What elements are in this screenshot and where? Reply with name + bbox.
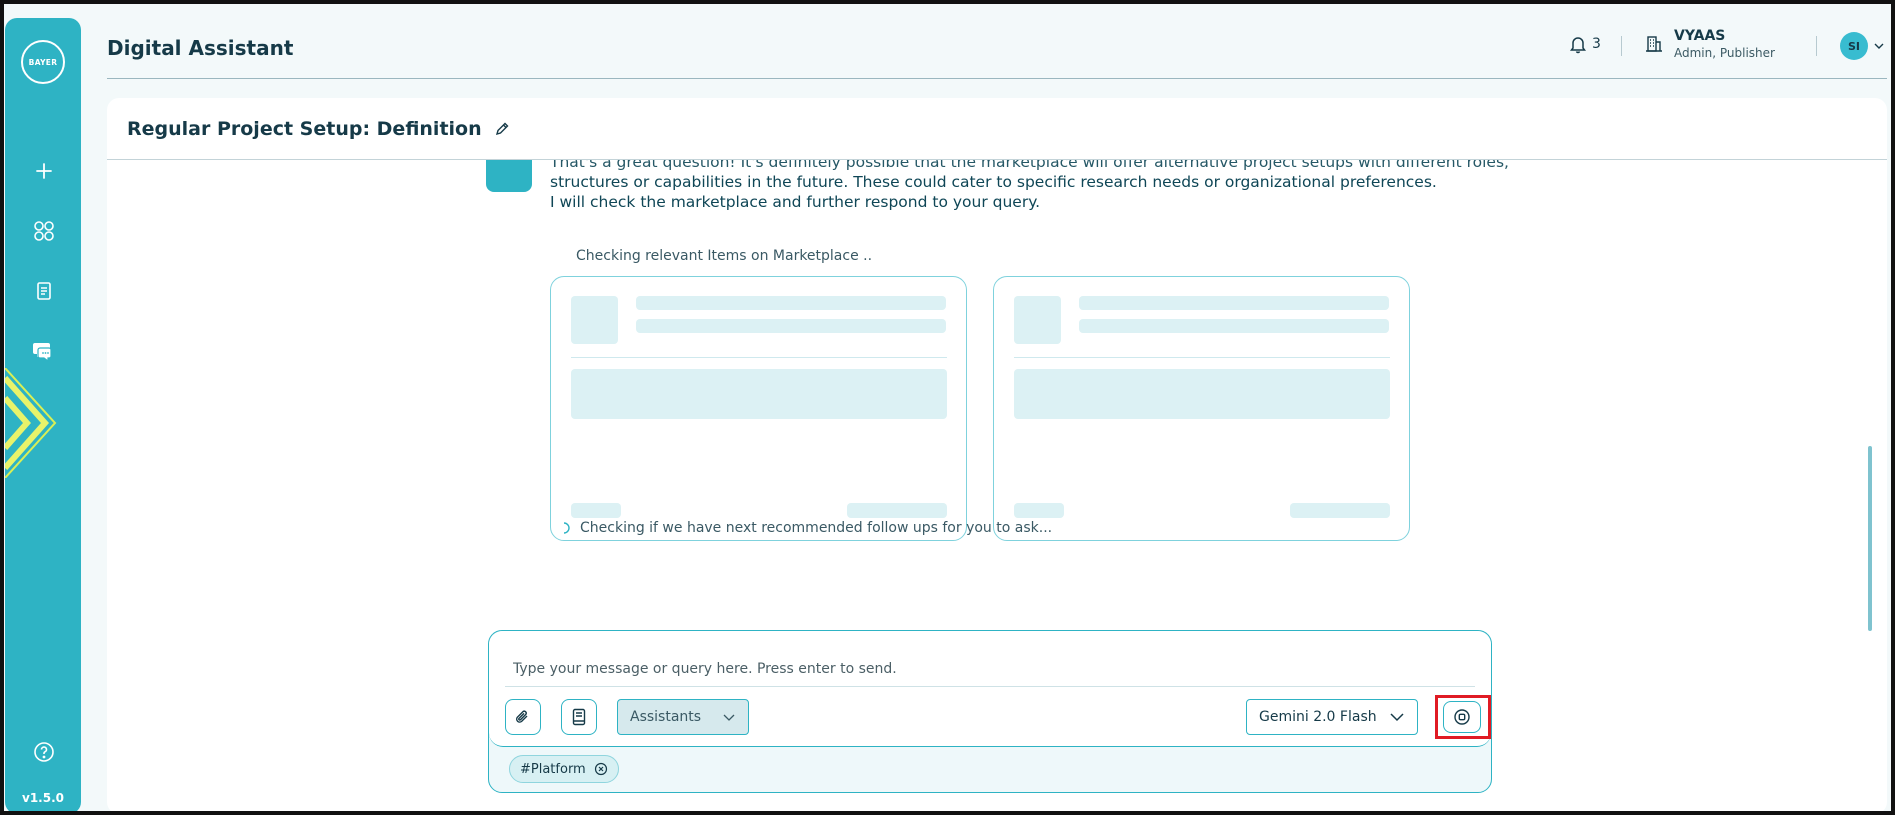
document-icon[interactable] xyxy=(29,276,59,306)
org-name: VYAAS xyxy=(1674,28,1726,44)
organization-switcher[interactable]: VYAAS Admin, Publisher xyxy=(1644,28,1855,60)
paperclip-icon xyxy=(516,710,528,723)
message-line: structures or capabilities in the future… xyxy=(550,173,1437,191)
header-divider xyxy=(1816,36,1817,56)
message-composer: Assistants Gemini 2.0 Flash #Platform xyxy=(488,630,1492,793)
sidebar: BAYER v1.5.0 xyxy=(5,18,81,811)
app-title: Digital Assistant xyxy=(107,36,294,60)
remove-tag-icon[interactable] xyxy=(594,762,608,776)
user-menu[interactable]: SI xyxy=(1840,32,1886,60)
bell-icon xyxy=(1570,37,1586,54)
help-icon[interactable] xyxy=(29,737,59,767)
assistant-avatar xyxy=(486,160,532,192)
page-title: Regular Project Setup: Definition xyxy=(127,118,482,140)
stop-generation-button[interactable] xyxy=(1443,701,1481,733)
tag-label: #Platform xyxy=(520,761,586,777)
stop-icon xyxy=(1454,709,1470,725)
header-divider-line xyxy=(107,78,1887,79)
scrollbar[interactable] xyxy=(1868,446,1872,631)
chat-panel: Regular Project Setup: Definition That's… xyxy=(107,98,1887,811)
brand-chevrons-decoration xyxy=(5,368,57,478)
attach-button[interactable] xyxy=(505,699,541,735)
header-divider xyxy=(1621,36,1622,56)
org-role: Admin, Publisher xyxy=(1674,46,1775,60)
followups-status-text: Checking if we have next recommended fol… xyxy=(580,520,1053,536)
apps-grid-icon[interactable] xyxy=(29,216,59,246)
marketplace-item-skeleton xyxy=(550,276,967,541)
avatar: SI xyxy=(1840,32,1868,60)
bayer-logo[interactable]: BAYER xyxy=(21,40,65,84)
loading-spinner-icon xyxy=(563,522,570,534)
building-icon xyxy=(1646,36,1662,52)
book-icon xyxy=(572,708,586,726)
message-input[interactable] xyxy=(505,651,1475,687)
assistant-message: That's a great question! It's definitely… xyxy=(550,160,1509,212)
notifications-button[interactable]: 3 xyxy=(1568,34,1601,54)
marketplace-item-skeleton xyxy=(993,276,1410,541)
followups-status: Checking if we have next recommended fol… xyxy=(558,520,1052,536)
marketplace-status: Checking relevant Items on Marketplace .… xyxy=(576,248,873,264)
message-line: That's a great question! It's definitely… xyxy=(550,160,1509,171)
app-window: BAYER v1.5.0 Digital Assistant 3 VYAAS A… xyxy=(0,0,1895,815)
knowledge-button[interactable] xyxy=(561,699,597,735)
logo-text: BAYER xyxy=(28,57,58,67)
app-version: v1.5.0 xyxy=(22,791,64,805)
context-tag: #Platform xyxy=(509,755,619,783)
model-label: Gemini 2.0 Flash xyxy=(1259,709,1377,725)
edit-pencil-icon[interactable] xyxy=(494,121,510,137)
stop-button-highlight xyxy=(1435,695,1491,739)
new-chat-icon[interactable] xyxy=(29,156,59,186)
project-title-bar: Regular Project Setup: Definition xyxy=(127,118,510,140)
notification-count: 3 xyxy=(1592,36,1601,52)
assistants-dropdown[interactable]: Assistants xyxy=(617,699,749,735)
assistants-label: Assistants xyxy=(630,709,702,725)
chevron-down-icon xyxy=(1874,43,1884,49)
composer-main: Assistants Gemini 2.0 Flash xyxy=(489,631,1491,747)
chat-bubbles-icon[interactable] xyxy=(29,336,59,366)
chevron-down-icon xyxy=(1390,713,1404,722)
model-selector[interactable]: Gemini 2.0 Flash xyxy=(1246,699,1418,735)
chevron-down-icon xyxy=(723,714,735,721)
message-line: I will check the marketplace and further… xyxy=(550,193,1041,211)
